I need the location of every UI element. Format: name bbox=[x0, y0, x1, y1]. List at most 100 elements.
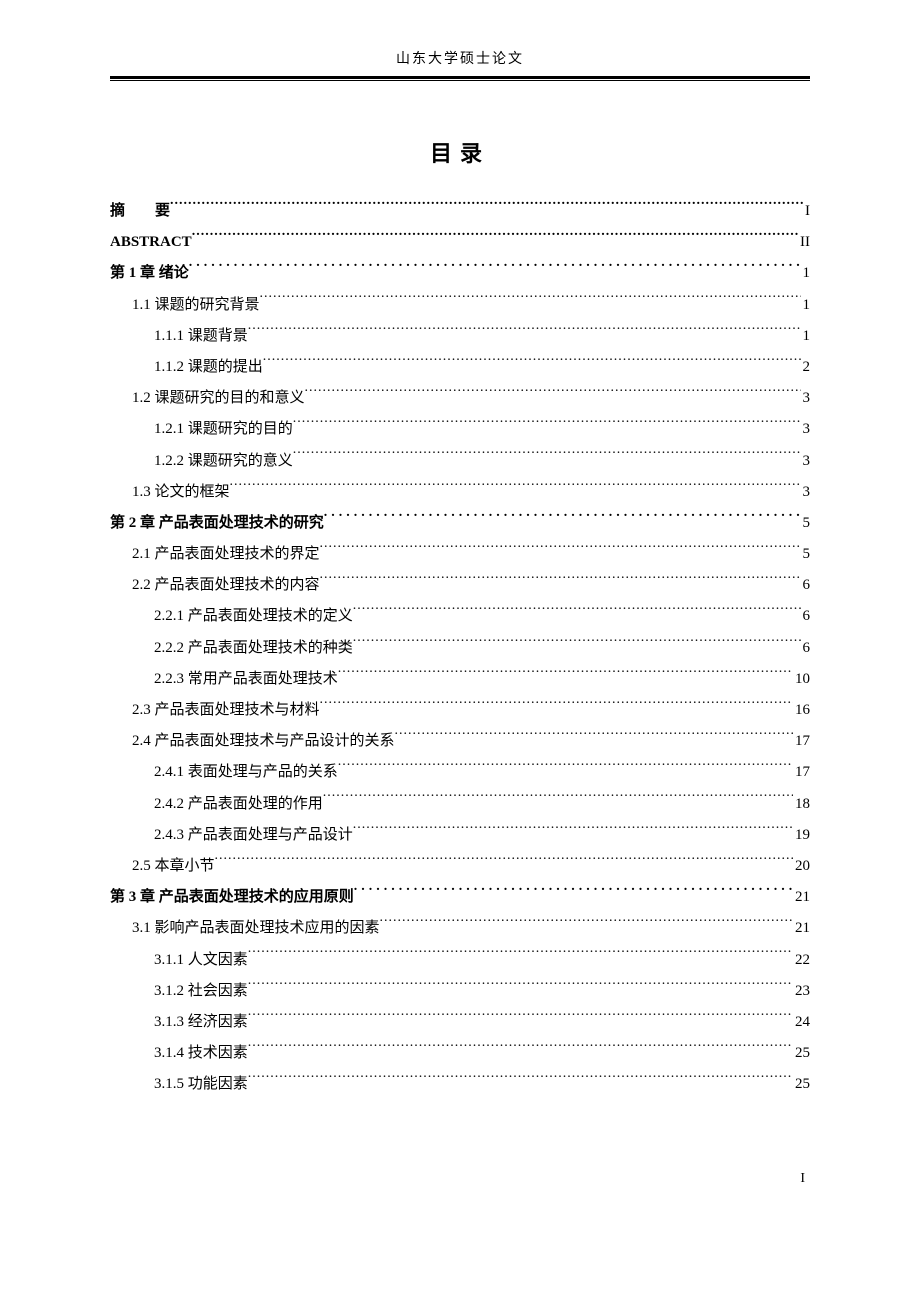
toc-entry-page: 3 bbox=[801, 383, 811, 414]
toc-leader bbox=[170, 200, 803, 215]
toc-entry-label: 2.4.2 产品表面处理的作用 bbox=[154, 789, 323, 820]
toc-entry-page: 2 bbox=[801, 352, 811, 383]
toc-entry-label: 2.4.1 表面处理与产品的关系 bbox=[154, 757, 338, 788]
toc-entry-page: 20 bbox=[793, 851, 810, 882]
toc-entry-page: 16 bbox=[793, 695, 810, 726]
toc-entry-label: 2.2.2 产品表面处理技术的种类 bbox=[154, 633, 353, 664]
toc-entry: 1.2.1 课题研究的目的 3 bbox=[110, 414, 810, 445]
toc-entry-label: 第 1 章 绪论 bbox=[110, 258, 189, 289]
toc-entry-label: 1.2.2 课题研究的意义 bbox=[154, 446, 293, 477]
toc-leader bbox=[320, 699, 793, 714]
toc-entry-page: 1 bbox=[801, 321, 811, 352]
toc-entry-page: 3 bbox=[801, 446, 811, 477]
toc-entry: ABSTRACTII bbox=[110, 227, 810, 258]
toc-leader bbox=[248, 1042, 793, 1057]
toc-entry: 2.4.3 产品表面处理与产品设计19 bbox=[110, 820, 810, 851]
toc-entry-label: 第 2 章 产品表面处理技术的研究 bbox=[110, 508, 324, 539]
toc-entry-page: 23 bbox=[793, 976, 810, 1007]
toc-entry: 3.1 影响产品表面处理技术应用的因素 21 bbox=[110, 913, 810, 944]
toc-leader bbox=[353, 824, 793, 839]
header-rule bbox=[110, 76, 810, 81]
toc-entry: 3.1.5 功能因素25 bbox=[110, 1069, 810, 1100]
toc-entry-label: 2.4 产品表面处理技术与产品设计的关系 bbox=[132, 726, 395, 757]
toc-entry-page: 6 bbox=[801, 570, 811, 601]
toc-leader bbox=[354, 886, 793, 901]
toc-container: 摘 要IABSTRACTII第 1 章 绪论11.1 课题的研究背景11.1.1… bbox=[110, 196, 810, 1100]
toc-entry-label: 1.1 课题的研究背景 bbox=[132, 290, 260, 321]
toc-entry-label: 2.2.1 产品表面处理技术的定义 bbox=[154, 601, 353, 632]
toc-entry: 3.1.2 社会因素 23 bbox=[110, 976, 810, 1007]
toc-leader bbox=[293, 450, 801, 465]
toc-entry-page: 6 bbox=[801, 601, 811, 632]
toc-entry-label: 2.2 产品表面处理技术的内容 bbox=[132, 570, 320, 601]
toc-entry-label: 第 3 章 产品表面处理技术的应用原则 bbox=[110, 882, 354, 913]
toc-entry-page: I bbox=[803, 196, 810, 227]
toc-entry-label: 3.1.2 社会因素 bbox=[154, 976, 248, 1007]
toc-entry-label: 2.2.3 常用产品表面处理技术 bbox=[154, 664, 338, 695]
toc-entry: 2.4 产品表面处理技术与产品设计的关系 17 bbox=[110, 726, 810, 757]
toc-entry-label: 1.1.1 课题背景 bbox=[154, 321, 248, 352]
toc-entry: 1.1 课题的研究背景1 bbox=[110, 290, 810, 321]
toc-entry-label: 3.1.1 人文因素 bbox=[154, 945, 248, 976]
page-header: 山东大学硕士论文 bbox=[0, 0, 920, 68]
toc-leader bbox=[323, 793, 793, 808]
toc-entry: 第 3 章 产品表面处理技术的应用原则21 bbox=[110, 882, 810, 913]
toc-entry: 1.2 课题研究的目的和意义3 bbox=[110, 383, 810, 414]
toc-entry: 2.4.2 产品表面处理的作用 18 bbox=[110, 789, 810, 820]
toc-entry: 2.2.3 常用产品表面处理技术10 bbox=[110, 664, 810, 695]
toc-entry-page: 17 bbox=[793, 726, 810, 757]
toc-leader bbox=[380, 917, 793, 932]
toc-entry-label: 3.1.3 经济因素 bbox=[154, 1007, 248, 1038]
toc-entry-page: 25 bbox=[793, 1069, 810, 1100]
toc-leader bbox=[305, 387, 801, 402]
toc-entry: 1.2.2 课题研究的意义 3 bbox=[110, 446, 810, 477]
toc-title: 目录 bbox=[0, 136, 920, 168]
toc-leader bbox=[353, 605, 801, 620]
toc-leader bbox=[192, 231, 798, 246]
toc-entry-page: II bbox=[798, 227, 810, 258]
toc-entry: 1.1.1 课题背景 1 bbox=[110, 321, 810, 352]
toc-leader bbox=[293, 418, 801, 433]
toc-entry: 2.5 本章小节 20 bbox=[110, 851, 810, 882]
toc-entry-label: 2.5 本章小节 bbox=[132, 851, 215, 882]
toc-entry: 第 2 章 产品表面处理技术的研究5 bbox=[110, 508, 810, 539]
toc-leader bbox=[248, 1011, 793, 1026]
toc-leader bbox=[263, 356, 801, 371]
toc-entry: 1.1.2 课题的提出 2 bbox=[110, 352, 810, 383]
toc-entry-page: 19 bbox=[793, 820, 810, 851]
toc-entry-label: 2.3 产品表面处理技术与材料 bbox=[132, 695, 320, 726]
toc-leader bbox=[248, 949, 793, 964]
toc-entry-label: 2.1 产品表面处理技术的界定 bbox=[132, 539, 320, 570]
toc-entry-label: 1.2.1 课题研究的目的 bbox=[154, 414, 293, 445]
toc-entry: 3.1.1 人文因素22 bbox=[110, 945, 810, 976]
toc-leader bbox=[320, 574, 801, 589]
toc-entry-page: 3 bbox=[801, 477, 811, 508]
toc-leader bbox=[395, 730, 793, 745]
toc-entry: 2.3 产品表面处理技术与材料 16 bbox=[110, 695, 810, 726]
toc-entry-page: 24 bbox=[793, 1007, 810, 1038]
toc-entry-page: 17 bbox=[793, 757, 810, 788]
toc-leader bbox=[260, 294, 801, 309]
toc-entry-page: 21 bbox=[793, 913, 810, 944]
toc-entry-label: 1.3 论文的框架 bbox=[132, 477, 230, 508]
toc-entry: 第 1 章 绪论1 bbox=[110, 258, 810, 289]
toc-leader bbox=[248, 1073, 793, 1088]
toc-entry-page: 18 bbox=[793, 789, 810, 820]
toc-leader bbox=[320, 543, 801, 558]
toc-entry-page: 6 bbox=[801, 633, 811, 664]
toc-entry-label: 摘 要 bbox=[110, 196, 170, 227]
toc-leader bbox=[324, 512, 801, 527]
toc-entry-label: 3.1 影响产品表面处理技术应用的因素 bbox=[132, 913, 380, 944]
toc-leader bbox=[248, 325, 801, 340]
toc-entry-page: 5 bbox=[801, 539, 811, 570]
toc-leader bbox=[338, 668, 793, 683]
toc-entry-page: 3 bbox=[801, 414, 811, 445]
toc-entry: 2.2 产品表面处理技术的内容 6 bbox=[110, 570, 810, 601]
toc-entry: 3.1.3 经济因素 24 bbox=[110, 1007, 810, 1038]
toc-entry: 2.4.1 表面处理与产品的关系 17 bbox=[110, 757, 810, 788]
toc-leader bbox=[189, 262, 801, 277]
toc-entry-page: 25 bbox=[793, 1038, 810, 1069]
toc-entry: 2.2.1 产品表面处理技术的定义 6 bbox=[110, 601, 810, 632]
toc-leader bbox=[248, 980, 793, 995]
toc-entry-label: 1.1.2 课题的提出 bbox=[154, 352, 263, 383]
